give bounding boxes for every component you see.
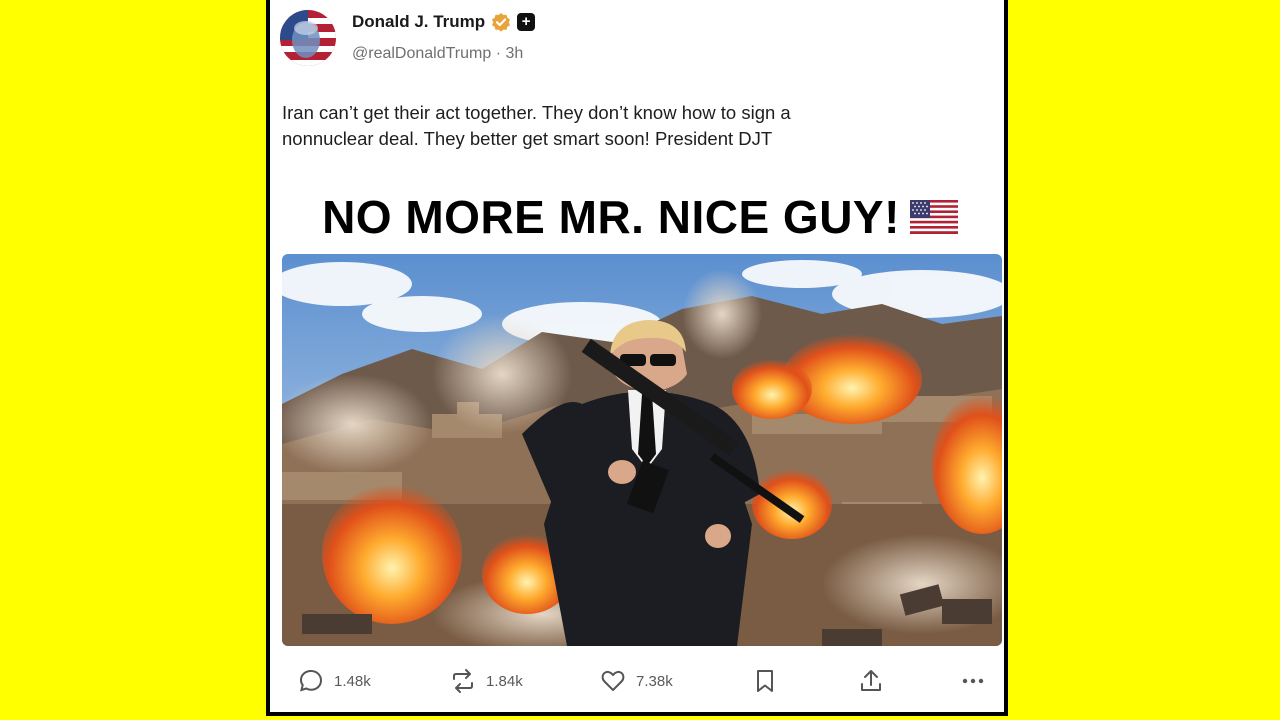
us-flag-icon	[909, 200, 958, 234]
timestamp[interactable]: 3h	[506, 45, 524, 62]
verified-badge-icon	[492, 13, 511, 32]
headline-text: NO MORE MR. NICE GUY!	[322, 191, 900, 243]
display-name[interactable]: Donald J. Trump	[352, 12, 485, 32]
more-icon	[962, 678, 984, 684]
more-button[interactable]	[960, 668, 986, 694]
handle[interactable]: @realDonaldTrump	[352, 45, 491, 62]
share-icon	[861, 670, 881, 691]
reply-icon	[299, 669, 323, 692]
action-bar: 1.48k 1.84k 7.38k	[270, 668, 1004, 704]
post-text-line: Iran can’t get their act together. They …	[282, 102, 791, 123]
reply-button[interactable]: 1.48k	[298, 668, 371, 694]
avatar[interactable]	[280, 10, 336, 66]
post-meta: @realDonaldTrump · 3h	[352, 45, 523, 63]
bookmark-button[interactable]	[752, 668, 778, 694]
reply-count: 1.48k	[334, 672, 371, 690]
like-icon	[601, 670, 625, 691]
repost-count: 1.84k	[486, 672, 523, 690]
post-image[interactable]	[282, 254, 1002, 646]
meta-separator: ·	[495, 45, 502, 62]
like-button[interactable]: 7.38k	[600, 668, 673, 694]
share-button[interactable]	[858, 668, 884, 694]
like-count: 7.38k	[636, 672, 673, 690]
post-text-line: nonnuclear deal. They better get smart s…	[282, 128, 773, 149]
image-headline: NO MORE MR. NICE GUY!	[282, 190, 998, 244]
post-text: Iran can’t get their act together. They …	[282, 100, 982, 152]
post-card: Donald J. Trump + @realDonaldTrump · 3h …	[266, 0, 1008, 716]
repost-button[interactable]: 1.84k	[450, 668, 523, 694]
plus-badge-icon: +	[517, 13, 536, 31]
author-name-row: Donald J. Trump +	[352, 12, 536, 32]
bookmark-icon	[757, 670, 773, 692]
repost-icon	[453, 669, 473, 693]
